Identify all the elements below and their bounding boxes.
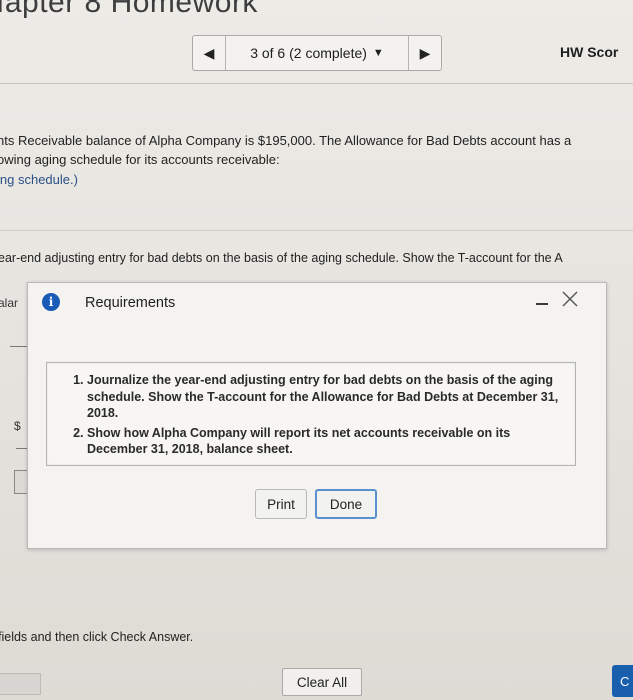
caret-down-icon: ▼ (372, 47, 384, 59)
minimize-icon[interactable] (536, 303, 548, 305)
triangle-left-icon: ◀ (203, 44, 215, 61)
print-button[interactable]: Print (255, 489, 307, 519)
problem-text-line: nts Receivable balance of Alpha Company … (0, 133, 572, 148)
requirement-item: Show how Alpha Company will report its n… (87, 425, 565, 458)
triangle-right-icon: ▶ (419, 44, 431, 61)
next-question-button[interactable]: ▶ (408, 36, 441, 70)
problem-text-line: owing aging schedule for its accounts re… (0, 152, 280, 167)
question-navigator: ◀ 3 of 6 (2 complete) ▼ ▶ (192, 35, 442, 71)
question-status: 3 of 6 (2 complete) (250, 45, 367, 61)
done-button[interactable]: Done (315, 489, 377, 519)
aging-schedule-link[interactable]: ing schedule.) (0, 172, 78, 187)
hw-score-label: HW Scor (560, 44, 619, 60)
dialog-header: i Requirements (28, 283, 606, 325)
requirements-box: Journalize the year-end adjusting entry … (46, 362, 576, 466)
balance-label-fragment: alar (0, 296, 19, 310)
dollar-sign: $ (14, 419, 21, 433)
footer-instruction: fields and then click Check Answer. (0, 630, 194, 644)
divider (0, 230, 633, 231)
close-icon[interactable] (560, 289, 580, 309)
bottom-left-button[interactable] (0, 673, 41, 695)
clear-all-button[interactable]: Clear All (282, 668, 362, 696)
chapter-title: Iapter 8 Homework (0, 0, 258, 19)
instruction-text: ear-end adjusting entry for bad debts on… (0, 251, 563, 265)
question-selector[interactable]: 3 of 6 (2 complete) ▼ (226, 45, 408, 61)
requirements-list: Journalize the year-end adjusting entry … (47, 363, 575, 458)
requirement-item: Journalize the year-end adjusting entry … (87, 372, 565, 422)
dialog-title: Requirements (85, 295, 176, 311)
requirements-dialog: i Requirements Journalize the year-end a… (27, 282, 607, 549)
previous-question-button[interactable]: ◀ (193, 36, 226, 70)
check-answer-button[interactable]: C (612, 665, 633, 697)
info-icon: i (42, 293, 60, 311)
divider (0, 83, 633, 84)
